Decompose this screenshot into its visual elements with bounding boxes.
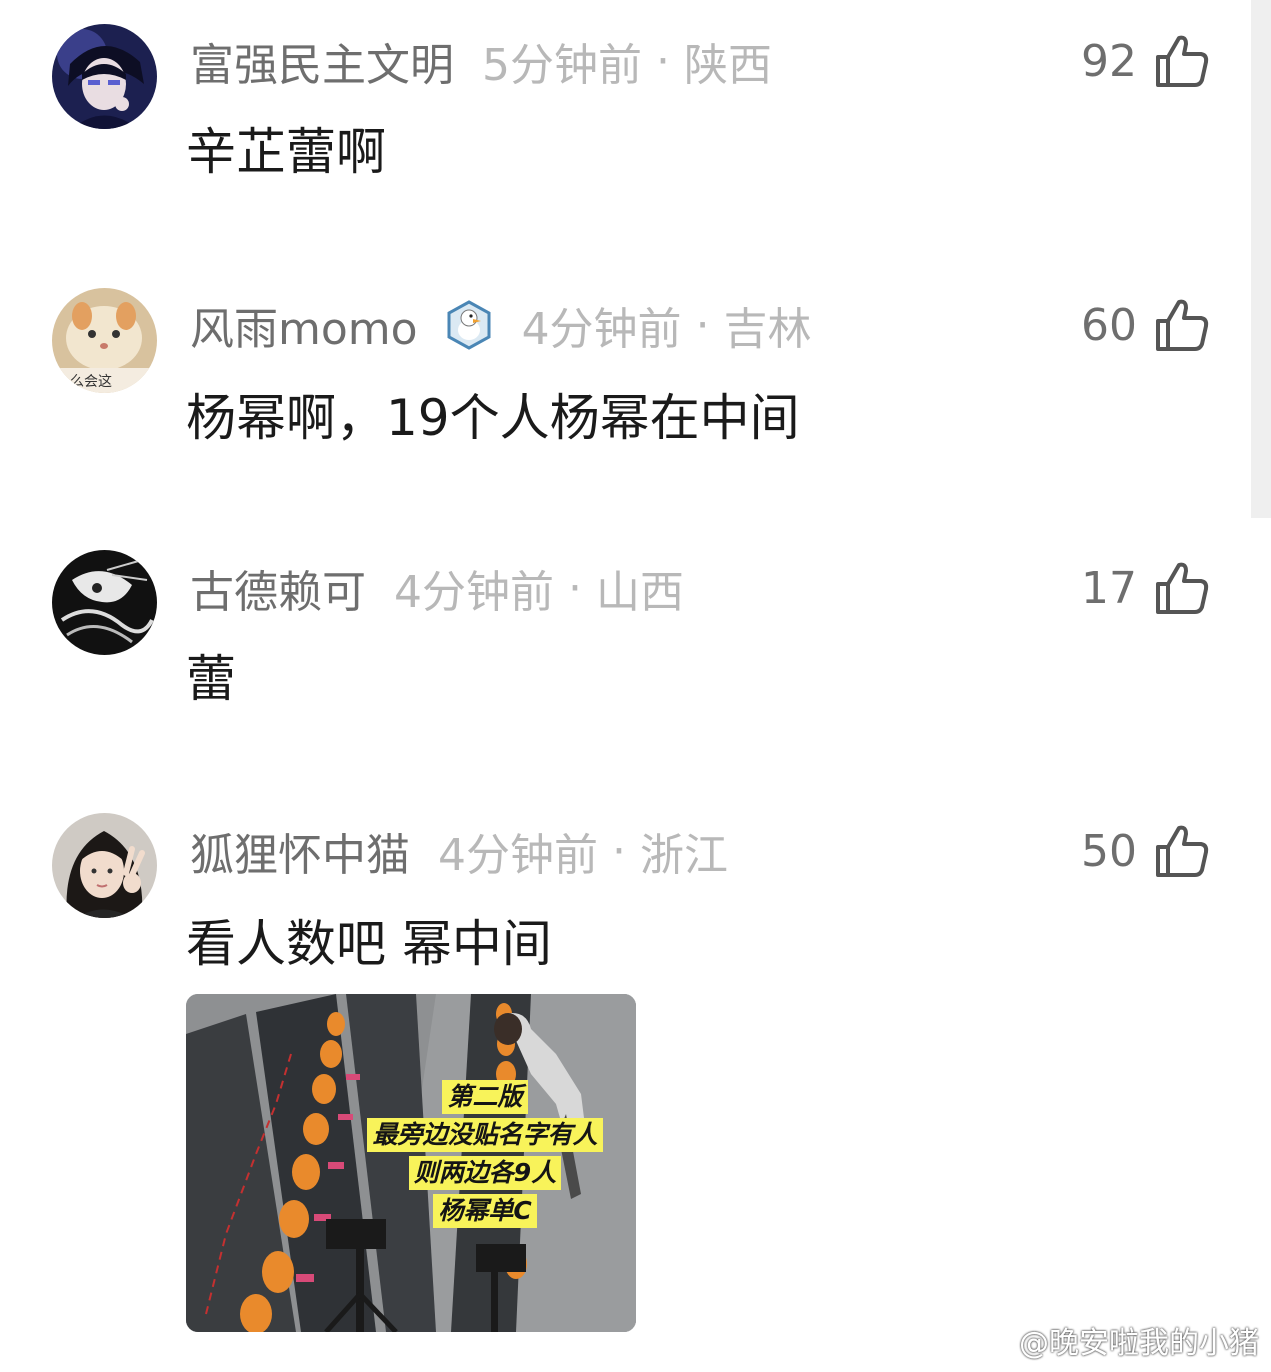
caption-line: 则两边各9人 (408, 1156, 562, 1190)
meta-separator: · (568, 562, 582, 614)
username[interactable]: 风雨momo (190, 293, 418, 357)
like-count: 92 (1081, 35, 1137, 87)
thumbs-up-icon[interactable] (1153, 296, 1211, 354)
comment-meta: 古德赖可 4分钟前 · 山西 (190, 553, 684, 623)
avatar-caption: 么会这 (70, 373, 112, 390)
cat-avatar[interactable]: 么会这 (52, 288, 157, 393)
location: 山西 (596, 567, 684, 618)
comment-text: 蕾 (186, 650, 236, 708)
image-caption-overlay: 第二版 最旁边没贴名字有人 则两边各9人 杨幂单C (336, 1078, 634, 1230)
thumbs-up-icon[interactable] (1153, 559, 1211, 617)
timestamp: 4分钟前 (521, 304, 682, 355)
watermark: @晚安啦我的小猪 (973, 1318, 1259, 1362)
timestamp: 4分钟前 (394, 567, 554, 618)
comment-meta: 狐狸怀中猫 4分钟前 · 浙江 (190, 816, 728, 886)
duck-badge-icon[interactable] (444, 300, 494, 350)
comment-meta: 富强民主文明 5分钟前 · 陕西 (190, 26, 772, 96)
timestamp: 5分钟前 (482, 40, 642, 91)
comment-meta: 风雨momo 4分钟前 · 吉林 (190, 290, 812, 360)
comment-text: 辛芷蕾啊 (186, 123, 386, 181)
like-count: 60 (1081, 299, 1137, 351)
username[interactable]: 狐狸怀中猫 (190, 819, 410, 883)
meta-separator: · (695, 299, 710, 351)
like-count: 50 (1081, 825, 1137, 877)
scrollbar[interactable] (1251, 0, 1271, 518)
bw-sketch-avatar[interactable] (52, 550, 157, 655)
thumbs-up-icon[interactable] (1153, 822, 1211, 880)
caption-line: 杨幂单C (433, 1194, 537, 1228)
meta-separator: · (656, 35, 670, 87)
weibo-icon (974, 1327, 1013, 1357)
watermark-text: @晚安啦我的小猪 (1019, 1326, 1259, 1361)
caption-line: 最旁边没贴名字有人 (367, 1118, 603, 1152)
username[interactable]: 古德赖可 (190, 556, 366, 620)
thumbs-up-icon[interactable] (1153, 32, 1211, 90)
caption-line: 第二版 (442, 1080, 528, 1114)
location: 陕西 (684, 40, 772, 91)
timestamp: 4分钟前 (438, 830, 598, 881)
comment-text: 杨幂啊，19个人杨幂在中间 (186, 389, 800, 447)
username[interactable]: 富强民主文明 (190, 29, 454, 93)
like-count: 17 (1081, 562, 1137, 614)
girl-peace-sign-avatar[interactable] (52, 813, 157, 918)
location: 浙江 (640, 830, 728, 881)
comment-text: 看人数吧 幂中间 (186, 915, 552, 973)
meta-separator: · (612, 825, 626, 877)
location: 吉林 (723, 304, 812, 355)
anime-boy-avatar[interactable] (52, 24, 157, 129)
